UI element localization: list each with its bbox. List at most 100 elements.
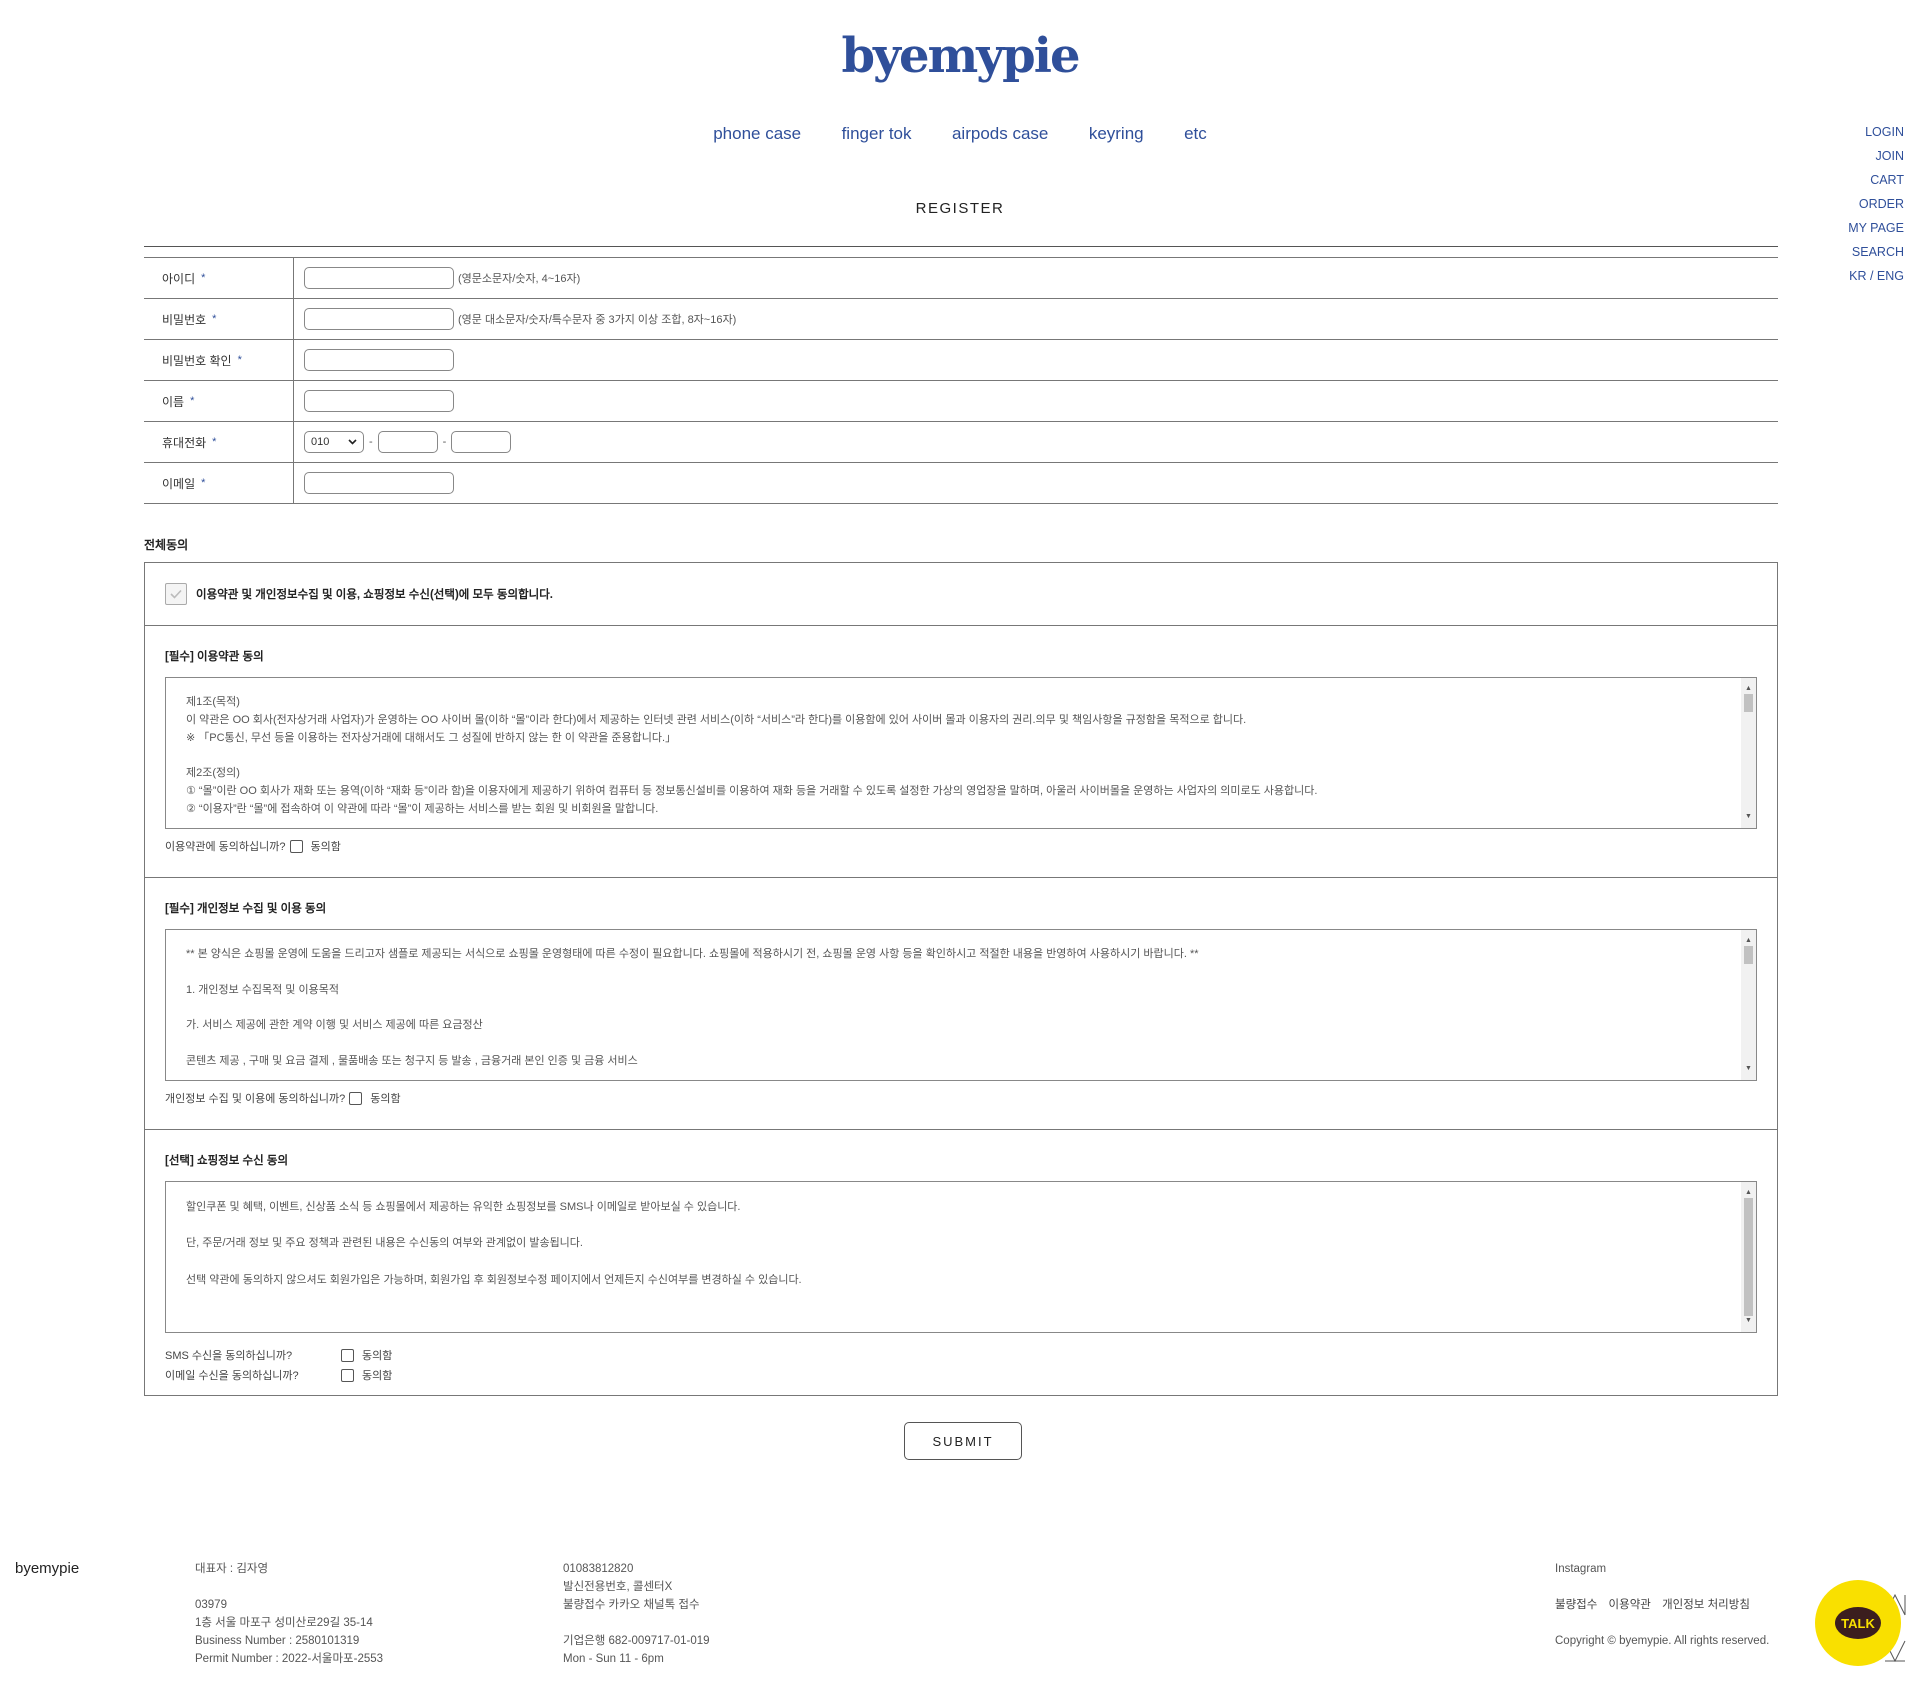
register-form: 아이디 * (영문소문자/숫자, 4~16자) 비밀번호 * (영문 대소문자/… [144,246,1778,504]
scroll-thumb[interactable] [1744,946,1753,964]
phone-label: 휴대전화 [162,435,207,450]
agree-all-checkbox[interactable] [165,583,187,605]
shopping-section: [선택] 쇼핑정보 수신 동의 할인쿠폰 및 혜택, 이벤트, 신상품 소식 등… [145,1130,1777,1385]
footer-info-line: 03979 [195,1599,227,1611]
terms-agree-checkbox[interactable] [289,839,303,853]
side-menu-cart[interactable]: CART [1848,168,1904,192]
footer-link-defect-report[interactable]: 불량접수 [1555,1599,1597,1611]
scroll-thumb[interactable] [1744,1198,1753,1316]
nav-item-phone-case[interactable]: phone case [713,124,801,144]
form-row-phone: 휴대전화 * 010 - - [144,422,1778,463]
email-agree-label[interactable]: 동의함 [362,1367,392,1383]
scroll-down-arrow-icon[interactable]: ▼ [1741,1312,1756,1330]
footer-contact-info: 01083812820 발신전용번호, 콜센터X 불량접수 카카오 채널톡 접수… [563,1560,710,1668]
shopping-textbox[interactable]: 할인쿠폰 및 혜택, 이벤트, 신상품 소식 등 쇼핑몰에서 제공하는 유익한 … [165,1181,1757,1333]
sms-question: SMS 수신을 동의하십니까? [165,1350,293,1362]
footer-info-line: 기업은행 682-009717-01-019 [563,1635,710,1647]
terms-line [186,747,1756,765]
page-title: REGISTER [915,200,1005,217]
form-value-cell [294,340,454,380]
terms-line: 제2조(정의) [186,767,240,780]
name-label: 이름 [162,394,185,409]
form-label-cell: 이름 * [144,381,294,421]
agreement-title: 전체동의 [144,538,189,552]
footer-info-line: Permit Number : 2022-서울마포-2553 [195,1653,384,1665]
nav-item-keyring[interactable]: keyring [1089,124,1144,144]
email-question: 이메일 수신을 동의하십니까? [165,1370,299,1382]
footer-info-line: Business Number : 2580101319 [195,1635,360,1647]
side-menu-login[interactable]: LOGIN [1848,120,1904,144]
talk-bubble-icon: TALK [1835,1607,1881,1639]
footer-instagram-link[interactable]: Instagram [1555,1560,1769,1578]
footer-info-line: 01083812820 [563,1563,634,1575]
kakao-talk-button[interactable]: TALK [1815,1580,1901,1666]
shopping-scrollbar[interactable]: ▲ ▼ [1741,1182,1756,1332]
password-input[interactable] [304,308,454,330]
sms-agree-label[interactable]: 동의함 [362,1347,392,1363]
terms-agree-label[interactable]: 동의함 [311,838,341,854]
submit-button[interactable]: SUBMIT [904,1422,1022,1460]
scroll-down-arrow-icon[interactable]: ▼ [1741,1060,1756,1078]
phone-last-input[interactable] [451,431,512,453]
shopping-line [186,1217,1756,1235]
form-value-cell: (영문소문자/숫자, 4~16자) [294,258,580,298]
side-menu-my-page[interactable]: MY PAGE [1848,216,1904,240]
terms-scrollbar[interactable]: ▲ ▼ [1741,678,1756,828]
privacy-scrollbar[interactable]: ▲ ▼ [1741,930,1756,1080]
privacy-line [186,1035,1756,1053]
terms-question: 이용약관에 동의하십니까? [165,841,286,853]
required-mark: * [201,477,206,489]
terms-agree-row: 이용약관에 동의하십니까? 동의함 [165,829,1757,867]
form-label-cell: 비밀번호 확인 * [144,340,294,380]
privacy-section: [필수] 개인정보 수집 및 이용 동의 ** 본 양식은 쇼핑몰 운영에 도움… [145,878,1777,1130]
footer-info-line [563,1614,710,1632]
form-label-cell: 아이디 * [144,258,294,298]
scroll-down-arrow-icon[interactable]: ▼ [1741,808,1756,826]
footer-info-line: 발신전용번호, 콜센터X [563,1581,673,1593]
phone-middle-input[interactable] [377,431,438,453]
shopping-line: 선택 약관에 동의하지 않으셔도 회원가입은 가능하며, 회원가입 후 회원정보… [186,1273,802,1286]
side-menu-join[interactable]: JOIN [1848,144,1904,168]
privacy-textbox[interactable]: ** 본 양식은 쇼핑몰 운영에 도움을 드리고자 샘플로 제공되는 서식으로 … [165,929,1757,1081]
privacy-agree-row: 개인정보 수집 및 이용에 동의하십니까? 동의함 [165,1081,1757,1119]
privacy-line: ** 본 양식은 쇼핑몰 운영에 도움을 드리고자 샘플로 제공되는 서식으로 … [186,948,1199,960]
shopping-line [186,1253,1756,1271]
email-agree-row: 이메일 수신을 동의하십니까? 동의함 [165,1365,1757,1385]
phone-prefix-select[interactable]: 010 [304,431,364,453]
site-logo[interactable]: byemypie [0,28,1920,84]
scroll-thumb[interactable] [1744,694,1753,712]
footer-info-line: 불량접수 카카오 채널톡 접수 [563,1599,700,1611]
name-input[interactable] [304,390,454,412]
footer-brand[interactable]: byemypie [15,1560,79,1577]
side-menu-search[interactable]: SEARCH [1848,240,1904,264]
form-label-cell: 비밀번호 * [144,299,294,339]
password-confirm-input[interactable] [304,349,454,371]
footer-link-privacy-policy[interactable]: 개인정보 처리방침 [1662,1599,1750,1611]
chevron-down-icon [348,436,357,448]
sms-agree-checkbox[interactable] [341,1348,354,1362]
email-input[interactable] [304,472,454,494]
id-input[interactable] [304,267,454,289]
nav-item-etc[interactable]: etc [1184,124,1207,144]
terms-textbox[interactable]: 제1조(목적) 이 약관은 OO 회사(전자상거래 사업자)가 운영하는 OO … [165,677,1757,829]
privacy-agree-label[interactable]: 동의함 [370,1090,400,1106]
shopping-line: 단, 주문/거래 정보 및 주요 정책과 관련된 내용은 수신동의 여부와 관계… [186,1237,583,1250]
email-agree-checkbox[interactable] [341,1368,354,1382]
required-mark: * [212,313,217,325]
nav-item-finger-tok[interactable]: finger tok [842,124,912,144]
footer-info-line: 1층 서울 마포구 성미산로29길 35-14 [195,1617,373,1629]
terms-title: [필수] 이용약관 동의 [165,651,264,663]
nav-item-airpods-case[interactable]: airpods case [952,124,1048,144]
footer-link-terms[interactable]: 이용약관 [1609,1599,1651,1611]
footer-info-line: Mon - Sun 11 - 6pm [563,1653,664,1665]
footer: byemypie 대표자 : 김자영 03979 1층 서울 마포구 성미산로2… [0,1560,1920,1686]
form-row-password-confirm: 비밀번호 확인 * [144,340,1778,381]
required-mark: * [237,354,242,366]
required-mark: * [190,395,195,407]
form-top-border [144,247,1778,258]
side-menu-language[interactable]: KR / ENG [1848,264,1904,288]
footer-company-info: 대표자 : 김자영 03979 1층 서울 마포구 성미산로29길 35-14 … [195,1560,383,1668]
password-label: 비밀번호 [162,312,207,327]
privacy-agree-checkbox[interactable] [349,1091,363,1105]
